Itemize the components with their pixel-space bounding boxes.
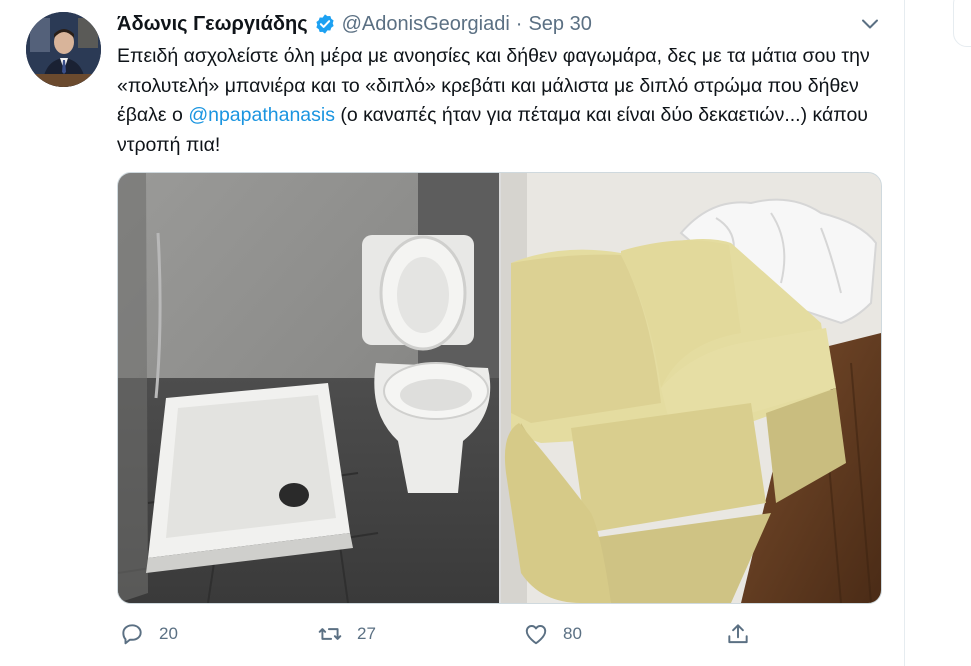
retweet-button[interactable]: 27 xyxy=(317,616,376,652)
like-button[interactable]: 80 xyxy=(523,616,582,652)
header-separator: · xyxy=(515,12,523,35)
like-count: 80 xyxy=(563,624,582,643)
tweet-header: Άδωνις Γεωργιάδης @AdonisGeorgiadi · Sep… xyxy=(117,9,592,39)
bathroom-photo[interactable] xyxy=(118,173,499,603)
retweet-count: 27 xyxy=(357,624,376,643)
chevron-down-icon[interactable] xyxy=(858,12,882,36)
tweet-date[interactable]: Sep 30 xyxy=(528,13,591,36)
tweet-text: Επειδή ασχολείστε όλη μέρα με ανοησίες κ… xyxy=(117,42,887,160)
mention-link[interactable]: @npapathanasis xyxy=(188,104,335,126)
tweet-media xyxy=(117,172,882,604)
share-icon xyxy=(728,624,748,644)
share-button[interactable] xyxy=(725,616,751,652)
reply-count: 20 xyxy=(159,624,178,643)
sofa-photo[interactable] xyxy=(501,173,881,603)
heart-icon xyxy=(525,625,547,645)
retweet-icon xyxy=(318,628,342,640)
right-sidebar xyxy=(905,0,971,666)
reply-button[interactable]: 20 xyxy=(119,616,178,652)
tweet-card: Άδωνις Γεωργιάδης @AdonisGeorgiadi · Sep… xyxy=(0,0,905,666)
tweet-actions: 20 27 80 xyxy=(117,616,797,652)
sidebar-card xyxy=(953,0,971,47)
reply-icon xyxy=(122,624,142,645)
author-handle[interactable]: @AdonisGeorgiadi xyxy=(342,13,510,36)
author-display-name[interactable]: Άδωνις Γεωργιάδης xyxy=(117,13,308,36)
author-avatar[interactable] xyxy=(26,12,101,87)
verified-badge-icon xyxy=(314,13,336,35)
